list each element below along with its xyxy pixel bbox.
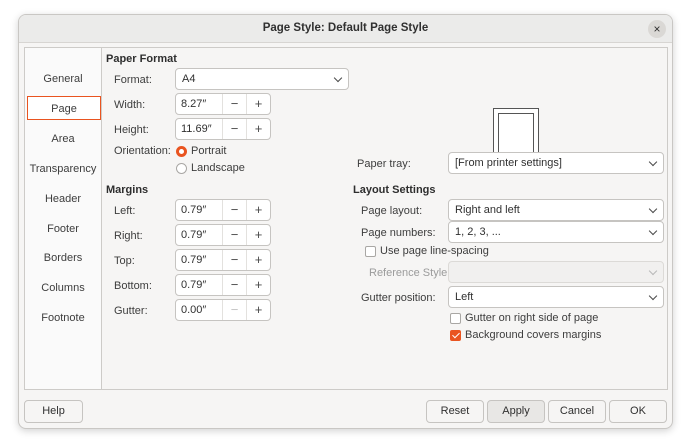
sidebar-item-area[interactable]: Area — [25, 127, 101, 151]
page-layout-value: Right and left — [455, 204, 520, 216]
use-line-spacing-label[interactable]: Use page line-spacing — [380, 245, 489, 257]
plus-icon[interactable]: + — [246, 94, 270, 114]
top-margin-value: 0.79″ — [181, 254, 207, 266]
bottom-margin-label: Bottom: — [114, 280, 152, 292]
chevron-down-icon — [648, 157, 658, 167]
use-line-spacing-checkbox[interactable] — [365, 246, 376, 257]
page-layout-select[interactable]: Right and left — [448, 199, 664, 221]
close-icon[interactable]: × — [648, 20, 666, 38]
plus-icon[interactable]: + — [246, 300, 270, 320]
page-numbers-select[interactable]: 1, 2, 3, ... — [448, 221, 664, 243]
bottom-margin-spinbox[interactable]: 0.79″ − + — [175, 274, 271, 296]
gutter-margin-spinbox[interactable]: 0.00″ − + — [175, 299, 271, 321]
page-numbers-label: Page numbers: — [361, 227, 436, 239]
page-numbers-value: 1, 2, 3, ... — [455, 226, 501, 238]
minus-icon[interactable]: − — [222, 250, 246, 270]
chevron-down-icon — [648, 226, 658, 236]
height-spinbox[interactable]: 11.69″ − + — [175, 118, 271, 140]
bg-covers-margins-label[interactable]: Background covers margins — [465, 329, 601, 341]
page-style-dialog: Page Style: Default Page Style × General… — [18, 14, 673, 429]
chevron-down-icon — [648, 204, 658, 214]
reset-button[interactable]: Reset — [426, 400, 484, 423]
sidebar-item-columns[interactable]: Columns — [25, 276, 101, 300]
chevron-down-icon — [333, 73, 343, 83]
layout-settings-heading: Layout Settings — [353, 184, 436, 196]
sidebar-item-transparency[interactable]: Transparency — [25, 157, 101, 181]
minus-icon: − — [222, 300, 246, 320]
plus-icon[interactable]: + — [246, 225, 270, 245]
portrait-radio[interactable] — [176, 146, 187, 157]
gutter-position-select[interactable]: Left — [448, 286, 664, 308]
format-label: Format: — [114, 74, 152, 86]
width-value: 8.27″ — [181, 98, 207, 110]
dialog-title: Page Style: Default Page Style — [262, 22, 429, 34]
right-margin-spinbox[interactable]: 0.79″ − + — [175, 224, 271, 246]
sidebar-item-footer[interactable]: Footer — [25, 217, 101, 241]
help-button[interactable]: Help — [24, 400, 83, 423]
left-margin-spinbox[interactable]: 0.79″ − + — [175, 199, 271, 221]
bottom-margin-value: 0.79″ — [181, 279, 207, 291]
sidebar-item-page[interactable]: Page — [27, 96, 101, 120]
height-value: 11.69″ — [181, 123, 212, 135]
gutter-margin-value: 0.00″ — [181, 304, 207, 316]
gutter-position-label: Gutter position: — [361, 292, 436, 304]
chevron-down-icon — [648, 291, 658, 301]
reference-style-select — [448, 261, 664, 283]
chevron-down-icon — [648, 266, 658, 276]
reference-style-label: Reference Style: — [369, 267, 451, 279]
minus-icon[interactable]: − — [222, 119, 246, 139]
right-margin-value: 0.79″ — [181, 229, 207, 241]
paper-tray-select[interactable]: [From printer settings] — [448, 152, 664, 174]
minus-icon[interactable]: − — [222, 94, 246, 114]
left-margin-value: 0.79″ — [181, 204, 207, 216]
gutter-right-label[interactable]: Gutter on right side of page — [465, 312, 598, 324]
right-margin-label: Right: — [114, 230, 143, 242]
sidebar-item-borders[interactable]: Borders — [25, 246, 101, 270]
content-frame: General Page Area Transparency Header Fo… — [24, 47, 668, 390]
minus-icon[interactable]: − — [222, 200, 246, 220]
plus-icon[interactable]: + — [246, 200, 270, 220]
page-layout-label: Page layout: — [361, 205, 423, 217]
landscape-radio[interactable] — [176, 163, 187, 174]
paper-tray-value: [From printer settings] — [455, 157, 562, 169]
sidebar-item-header[interactable]: Header — [25, 187, 101, 211]
gutter-right-checkbox[interactable] — [450, 313, 461, 324]
orientation-label: Orientation: — [114, 145, 171, 157]
plus-icon[interactable]: + — [246, 250, 270, 270]
landscape-label[interactable]: Landscape — [191, 162, 245, 174]
cancel-button[interactable]: Cancel — [548, 400, 606, 423]
minus-icon[interactable]: − — [222, 275, 246, 295]
plus-icon[interactable]: + — [246, 119, 270, 139]
gutter-margin-label: Gutter: — [114, 305, 148, 317]
height-label: Height: — [114, 124, 149, 136]
ok-button[interactable]: OK — [609, 400, 667, 423]
portrait-label[interactable]: Portrait — [191, 145, 226, 157]
format-value: A4 — [182, 73, 196, 85]
format-select[interactable]: A4 — [175, 68, 349, 90]
gutter-position-value: Left — [455, 291, 474, 303]
margins-heading: Margins — [106, 184, 149, 196]
bg-covers-margins-checkbox[interactable] — [450, 330, 461, 341]
paper-format-heading: Paper Format — [106, 53, 177, 65]
minus-icon[interactable]: − — [222, 225, 246, 245]
top-margin-spinbox[interactable]: 0.79″ − + — [175, 249, 271, 271]
left-margin-label: Left: — [114, 205, 136, 217]
sidebar: General Page Area Transparency Header Fo… — [25, 48, 102, 389]
title-bar: Page Style: Default Page Style × — [19, 15, 672, 43]
paper-tray-label: Paper tray: — [357, 158, 411, 170]
plus-icon[interactable]: + — [246, 275, 270, 295]
apply-button[interactable]: Apply — [487, 400, 545, 423]
width-spinbox[interactable]: 8.27″ − + — [175, 93, 271, 115]
top-margin-label: Top: — [114, 255, 135, 267]
width-label: Width: — [114, 99, 146, 111]
sidebar-item-general[interactable]: General — [25, 67, 101, 91]
sidebar-item-footnote[interactable]: Footnote — [25, 306, 101, 330]
